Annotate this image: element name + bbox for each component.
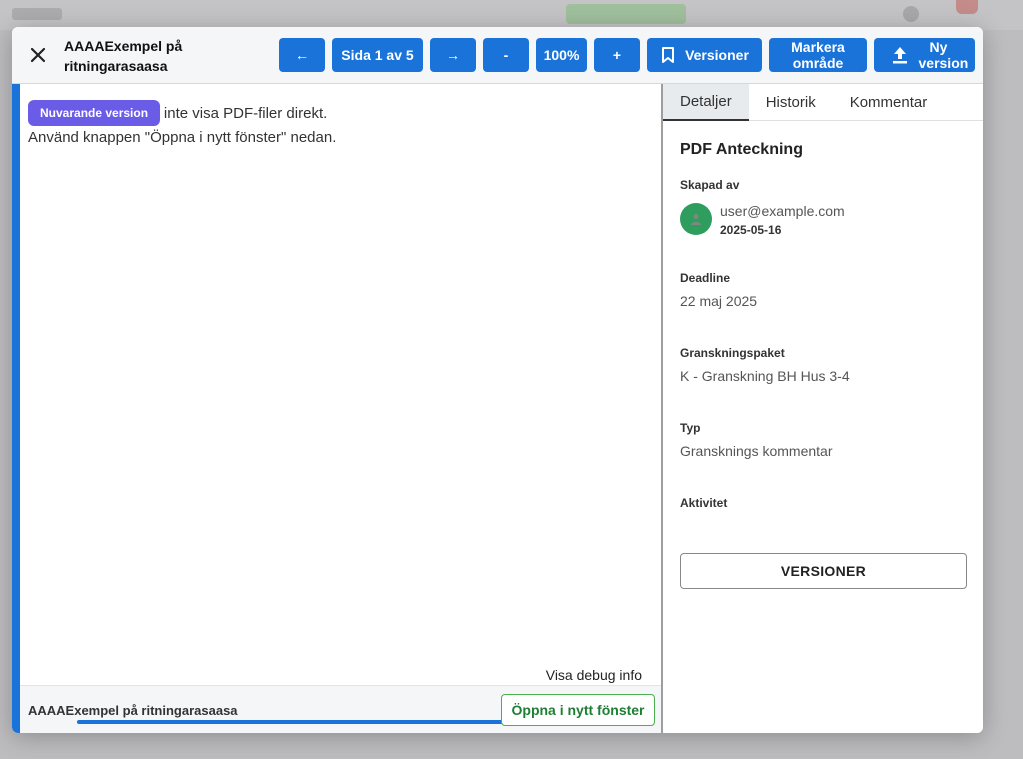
details-sidebar: Detaljer Historik Kommentar PDF Anteckni… xyxy=(663,84,983,733)
details-pane: PDF Anteckning Skapad av user@example.co… xyxy=(680,141,970,589)
package-value: K - Granskning BH Hus 3-4 xyxy=(680,368,850,384)
tab-comment[interactable]: Kommentar xyxy=(833,84,945,121)
modal-header: AAAAExempel på ritningarasaasa ← Sida 1 … xyxy=(12,27,983,84)
zoom-level-button[interactable]: 100% xyxy=(536,38,587,72)
new-version-label: Ny version xyxy=(918,39,969,71)
versions-button[interactable]: VERSIONER xyxy=(680,553,967,589)
tab-history[interactable]: Historik xyxy=(749,84,833,121)
document-modal: AAAAExempel på ritningarasaasa ← Sida 1 … xyxy=(12,27,983,733)
prev-page-button[interactable]: ← xyxy=(279,38,325,72)
avatar xyxy=(680,203,712,235)
new-version-button[interactable]: Ny version xyxy=(874,38,975,72)
document-title: AAAAExempel på ritningarasaasa xyxy=(64,38,183,74)
zoom-in-button[interactable]: + xyxy=(594,38,640,72)
pane-title: PDF Anteckning xyxy=(680,141,803,158)
current-version-badge: Nuvarande version xyxy=(28,100,161,126)
open-new-window-button[interactable]: Öppna i nytt fönster xyxy=(501,694,655,726)
background-topbar xyxy=(0,0,1023,30)
close-icon xyxy=(30,47,46,63)
creator-email: user@example.com xyxy=(720,203,845,219)
created-date: 2025-05-16 xyxy=(720,223,782,237)
sidebar-tabs: Detaljer Historik Kommentar xyxy=(663,84,983,121)
viewer-accent-bar xyxy=(12,84,20,733)
background-logo xyxy=(12,8,62,20)
footer-file-name: AAAAExempel på ritningarasaasa xyxy=(28,703,238,718)
background-avatar xyxy=(903,6,919,22)
bookmark-icon xyxy=(662,47,675,63)
type-label: Typ xyxy=(680,421,701,435)
user-icon xyxy=(691,213,701,225)
deadline-value: 22 maj 2025 xyxy=(680,293,758,309)
background-badge xyxy=(956,0,978,14)
tab-details[interactable]: Detaljer xyxy=(663,84,749,121)
package-label: Granskningspaket xyxy=(680,346,785,360)
pdf-viewer: Nuvarande version Din webbläsare kan int… xyxy=(12,84,663,733)
pdf-message-line2: Använd knappen "Öppna i nytt fönster" ne… xyxy=(28,129,337,146)
type-value: Gransknings kommentar xyxy=(680,443,833,459)
deadline-label: Deadline xyxy=(680,271,731,285)
close-button[interactable] xyxy=(26,43,50,67)
versions-toolbar-label: Versioner xyxy=(685,47,749,63)
upload-icon xyxy=(892,47,907,64)
viewer-footer: AAAAExempel på ritningarasaasa Öppna i n… xyxy=(20,685,661,733)
background-button xyxy=(566,4,686,24)
mark-area-button[interactable]: Markera område xyxy=(769,38,867,72)
page-indicator-button[interactable]: Sida 1 av 5 xyxy=(332,38,423,72)
next-page-button[interactable]: → xyxy=(430,38,476,72)
created-by-label: Skapad av xyxy=(680,178,740,192)
versions-toolbar-button[interactable]: Versioner xyxy=(647,38,762,72)
activity-label: Aktivitet xyxy=(680,496,728,510)
zoom-out-button[interactable]: - xyxy=(483,38,529,72)
debug-info-link[interactable]: Visa debug info xyxy=(546,667,642,683)
